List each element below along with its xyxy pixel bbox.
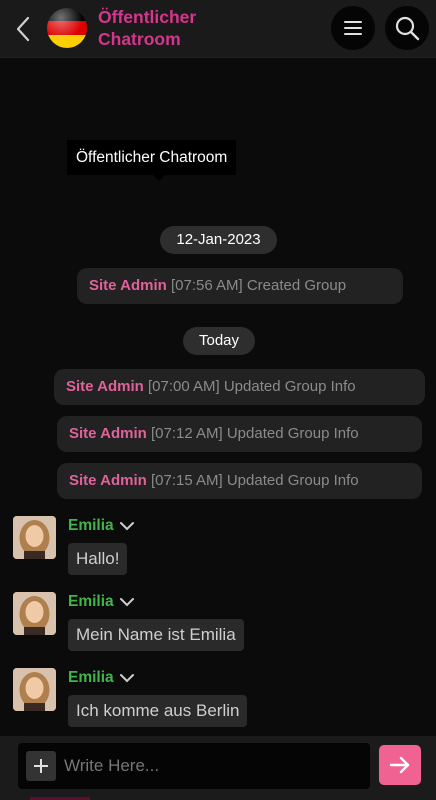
avatar[interactable]: [13, 516, 56, 559]
user-avatar-icon: [13, 516, 56, 559]
system-message-author: Site Admin: [66, 378, 144, 395]
back-button[interactable]: [12, 14, 36, 44]
avatar[interactable]: [13, 592, 56, 635]
message-composer: [0, 736, 436, 800]
chevron-down-icon: [119, 522, 134, 531]
send-button[interactable]: [379, 745, 421, 785]
sender-name: Emilia: [68, 669, 114, 686]
chat-title: Öffentlicher Chatroom: [98, 6, 278, 50]
plus-icon: [34, 759, 48, 773]
message-sender[interactable]: Emilia: [68, 669, 135, 687]
system-message-text: [07:00 AM] Updated Group Info: [147, 378, 356, 395]
message-bubble: Mein Name ist Emilia: [68, 619, 244, 651]
message-input-box: [18, 743, 370, 789]
system-message-text: [07:56 AM] Created Group: [170, 277, 347, 294]
message-bubble: Hallo!: [68, 543, 128, 575]
system-message-author: Site Admin: [89, 277, 167, 294]
germany-flag-icon: [47, 8, 87, 48]
chevron-down-icon: [119, 598, 134, 607]
system-message: Site Admin [07:15 AM] Updated Group Info: [57, 463, 422, 499]
user-avatar-icon: [13, 668, 56, 711]
arrow-right-icon: [389, 756, 410, 774]
title-tooltip: Öffentlicher Chatroom: [67, 140, 237, 181]
message-bubble: Ich komme aus Berlin: [68, 695, 248, 727]
system-message: Site Admin [07:56 AM] Created Group: [77, 268, 403, 304]
sender-name: Emilia: [68, 517, 114, 534]
menu-button[interactable]: [331, 6, 375, 50]
chevron-left-icon: [16, 16, 30, 42]
system-message-text: [07:15 AM] Updated Group Info: [150, 472, 359, 489]
system-message-author: Site Admin: [69, 472, 147, 489]
avatar[interactable]: [13, 668, 56, 711]
user-avatar-icon: [13, 592, 56, 635]
date-separator: 12-Jan-2023: [160, 226, 277, 254]
attach-button[interactable]: [26, 751, 56, 781]
search-button[interactable]: [385, 6, 429, 50]
system-message-author: Site Admin: [69, 425, 147, 442]
message-sender[interactable]: Emilia: [68, 593, 135, 611]
today-separator: Today: [183, 327, 255, 355]
sender-name: Emilia: [68, 593, 114, 610]
system-message-text: [07:12 AM] Updated Group Info: [150, 425, 359, 442]
chat-title-line2: Chatroom: [98, 29, 181, 49]
chat-header: Öffentlicher Chatroom: [0, 0, 436, 58]
chevron-down-icon: [119, 674, 134, 683]
chat-title-line1: Öffentlicher: [98, 7, 197, 27]
message-sender[interactable]: Emilia: [68, 517, 135, 535]
search-icon: [395, 16, 420, 41]
hamburger-menu-icon: [344, 21, 362, 35]
system-message: Site Admin [07:00 AM] Updated Group Info: [54, 369, 425, 405]
message-input[interactable]: [64, 743, 364, 789]
system-message: Site Admin [07:12 AM] Updated Group Info: [57, 416, 422, 452]
